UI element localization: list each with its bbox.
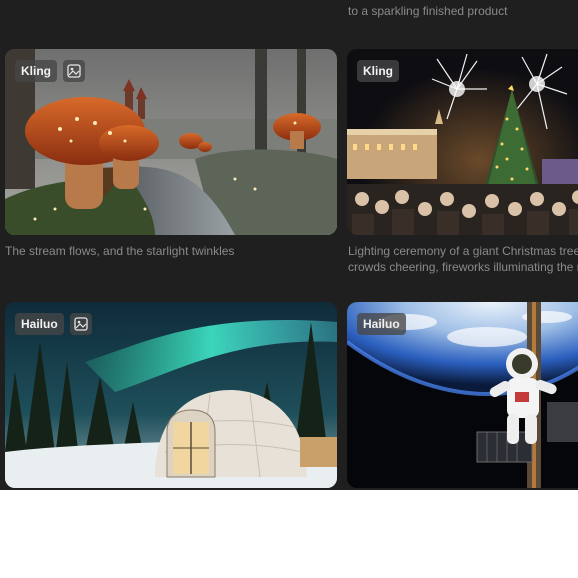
gallery-grid: to a sparkling finished product Kling Th… — [0, 0, 578, 490]
page-blank-area — [0, 490, 578, 578]
card-caption-line-1: Lighting ceremony of a giant Christmas t… — [348, 244, 578, 258]
model-badge: Kling — [15, 60, 57, 82]
video-card-astronaut-earth[interactable]: Hailuo — [347, 302, 578, 488]
card-badges: Kling — [15, 60, 85, 82]
model-badge: Kling — [357, 60, 399, 82]
previous-card-caption: to a sparkling finished product — [348, 4, 508, 18]
video-card-christmas-tree[interactable]: Kling — [347, 49, 578, 235]
model-badge: Hailuo — [15, 313, 64, 335]
card-caption-line-2: crowds cheering, fireworks illuminating … — [348, 260, 578, 274]
card-badges: Hailuo — [357, 313, 406, 335]
video-card-mushroom-stream[interactable]: Kling — [5, 49, 337, 235]
card-badges: Kling — [357, 60, 399, 82]
model-badge: Hailuo — [357, 313, 406, 335]
card-badges: Hailuo — [15, 313, 92, 335]
video-card-igloo-aurora[interactable]: Hailuo — [5, 302, 337, 488]
image-icon — [63, 60, 85, 82]
card-caption: The stream flows, and the starlight twin… — [5, 244, 235, 258]
image-icon — [69, 313, 92, 335]
